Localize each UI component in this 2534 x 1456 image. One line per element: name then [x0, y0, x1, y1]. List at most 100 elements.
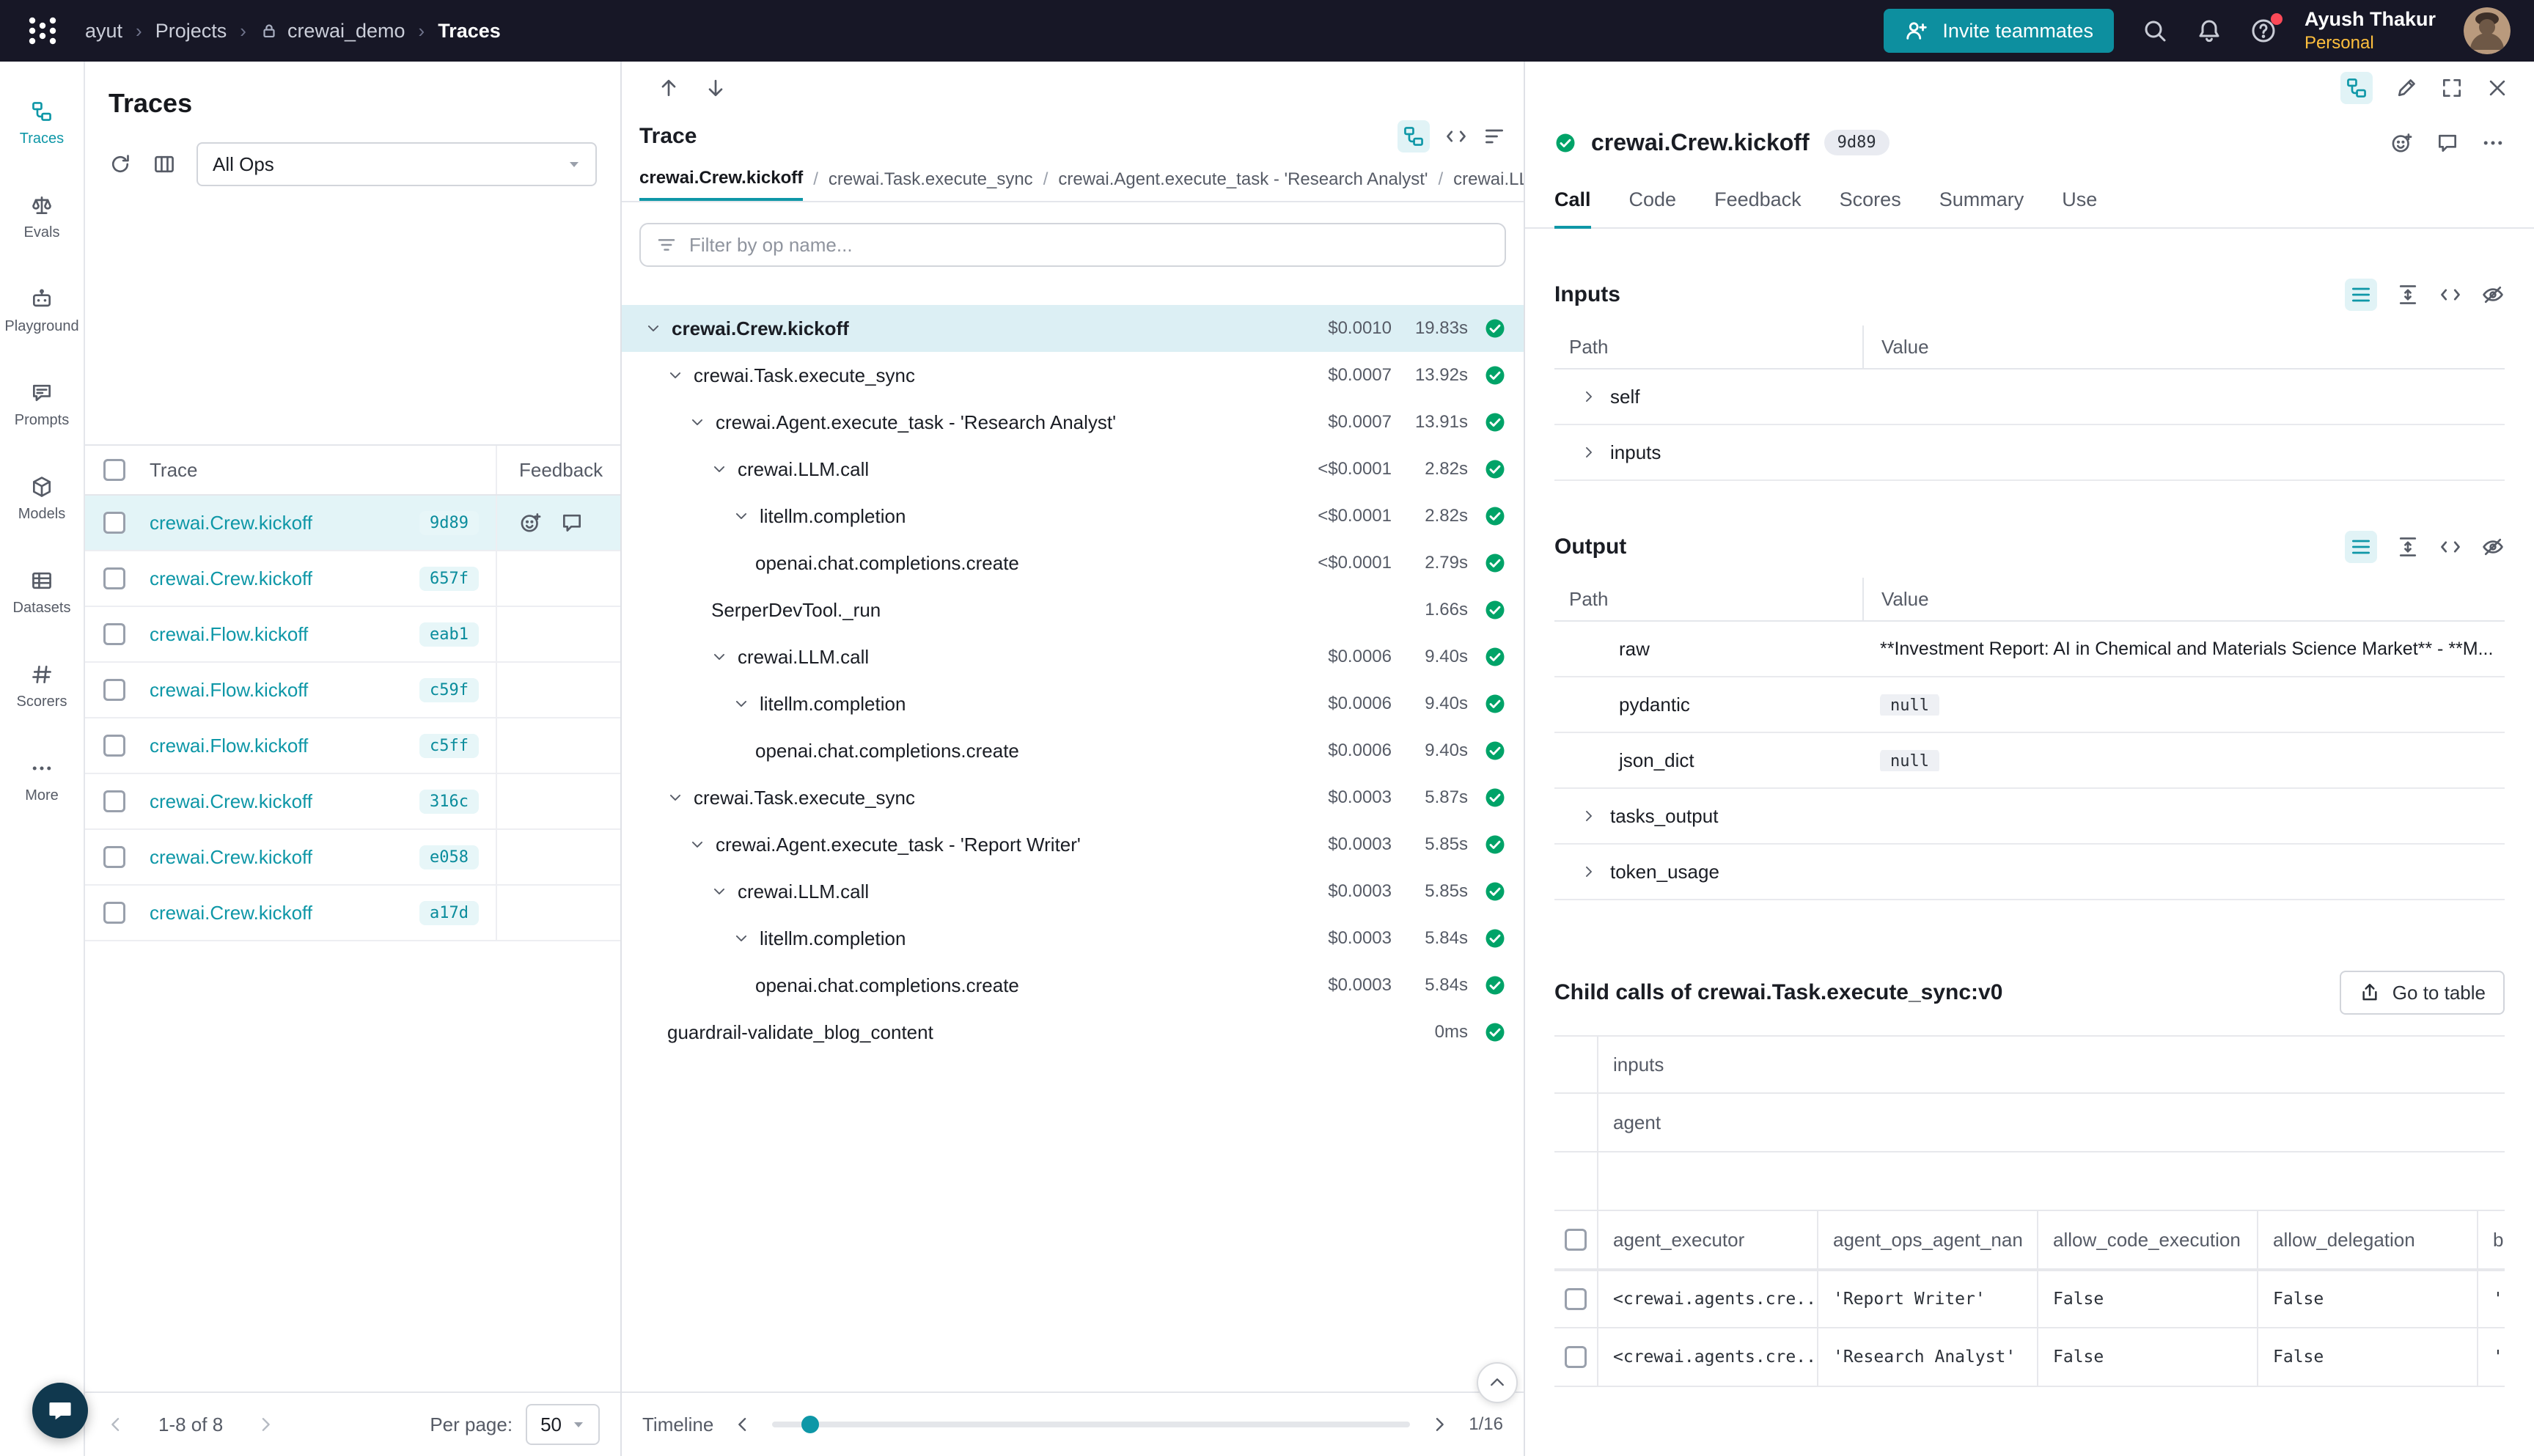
close-panel-button[interactable] [2486, 76, 2509, 100]
trace-id-chip[interactable]: a17d [419, 901, 479, 925]
expander-icon[interactable] [733, 930, 752, 946]
trace-path-item[interactable]: crewai.Task.execute_sync [829, 158, 1033, 201]
call-tree-row[interactable]: openai.chat.completions.create<$0.00012.… [622, 540, 1524, 587]
call-tree-row[interactable]: openai.chat.completions.create$0.00069.4… [622, 727, 1524, 774]
object-key-row[interactable]: json_dictnull [1554, 733, 2505, 789]
trace-row[interactable]: crewai.Flow.kickoffc59f [85, 663, 620, 718]
chat-support-button[interactable] [32, 1383, 88, 1438]
trace-path-item[interactable]: crewai.Crew.kickoff [639, 158, 803, 201]
tab-scores[interactable]: Scores [1840, 177, 1901, 227]
refresh-button[interactable] [109, 152, 132, 176]
expand-icon[interactable] [1581, 808, 1597, 824]
sidebar-item-models[interactable]: Models [0, 452, 84, 545]
call-tree-row[interactable]: crewai.Task.execute_sync$0.000713.92s [622, 352, 1524, 399]
breadcrumb-item[interactable]: crewai_demo [260, 20, 405, 43]
trace-id-chip[interactable]: eab1 [419, 622, 479, 647]
hide-values-button[interactable] [2481, 535, 2505, 559]
breadcrumb-item[interactable]: ayut [85, 20, 122, 43]
timeline-handle[interactable] [801, 1416, 819, 1433]
object-key-row[interactable]: tasks_output [1554, 789, 2505, 845]
notifications-bell-icon[interactable] [2196, 18, 2222, 44]
add-emoji-button[interactable] [2390, 131, 2414, 155]
trace-row[interactable]: crewai.Flow.kickoff eab1 [85, 607, 620, 663]
call-tree-row[interactable]: crewai.Crew.kickoff$0.001019.83s [622, 305, 1524, 352]
help-icon[interactable] [2250, 18, 2277, 44]
add-emoji-icon[interactable] [519, 511, 543, 534]
expander-icon[interactable] [645, 320, 664, 337]
row-checkbox[interactable] [103, 735, 125, 757]
trace-id-chip[interactable]: c5ff [419, 734, 479, 758]
trace-row[interactable]: crewai.Crew.kickoff 316c [85, 774, 620, 830]
select-all-checkbox[interactable] [1565, 1229, 1587, 1251]
split-view-button[interactable] [2340, 72, 2373, 104]
expand-icon[interactable] [1581, 444, 1597, 460]
json-view-button[interactable] [2439, 535, 2462, 559]
expand-icon[interactable] [1581, 864, 1597, 880]
call-tree-row[interactable]: crewai.Agent.execute_task - 'Research An… [622, 399, 1524, 446]
object-key-row[interactable]: self [1554, 369, 2505, 425]
op-filter-box[interactable] [639, 223, 1506, 267]
tree-view-button[interactable] [1398, 120, 1430, 152]
expander-icon[interactable] [667, 367, 686, 383]
row-checkbox[interactable] [103, 512, 125, 534]
user-menu[interactable]: Ayush Thakur Personal [2305, 7, 2436, 54]
expander-icon[interactable] [711, 883, 730, 900]
trace-op-link[interactable]: crewai.Crew.kickoff [150, 790, 411, 813]
search-icon[interactable] [2142, 18, 2168, 44]
sidebar-item-datasets[interactable]: Datasets [0, 545, 84, 639]
trace-path-item[interactable]: crewai.LLM.cal [1453, 158, 1524, 201]
tab-summary[interactable]: Summary [1939, 177, 2024, 227]
row-checkbox[interactable] [103, 623, 125, 645]
tab-use[interactable]: Use [2062, 177, 2097, 227]
object-key-row[interactable]: inputs [1554, 425, 2505, 481]
trace-row[interactable]: crewai.Crew.kickoff657f [85, 551, 620, 607]
trace-row[interactable]: crewai.Crew.kickoff a17d [85, 886, 620, 941]
expander-icon[interactable] [733, 508, 752, 524]
child-call-row[interactable]: <crewai.agents.cre...'Report Writer'Fals… [1554, 1270, 2505, 1328]
call-tree-row[interactable]: crewai.LLM.call$0.00035.85s [622, 868, 1524, 915]
per-page-select[interactable]: 50 [526, 1404, 600, 1445]
next-page-button[interactable] [255, 1414, 276, 1435]
call-tree-row[interactable]: litellm.completion$0.00035.84s [622, 915, 1524, 962]
call-tree-row[interactable]: guardrail-validate_blog_content0ms [622, 1009, 1524, 1056]
trace-op-link[interactable]: crewai.Flow.kickoff [150, 735, 411, 757]
prev-page-button[interactable] [106, 1414, 126, 1435]
trace-path-item[interactable]: crewai.Agent.execute_task - 'Research An… [1058, 158, 1428, 201]
trace-op-link[interactable]: crewai.Crew.kickoff [150, 902, 411, 924]
trace-row[interactable]: crewai.Crew.kickoffe058 [85, 830, 620, 886]
trace-row[interactable]: crewai.Crew.kickoff9d89 [85, 496, 620, 551]
hide-values-button[interactable] [2481, 283, 2505, 306]
json-view-button[interactable] [2439, 283, 2462, 306]
edit-button[interactable] [2395, 76, 2418, 100]
call-tree-row[interactable]: openai.chat.completions.create$0.00035.8… [622, 962, 1524, 1009]
sidebar-item-scorers[interactable]: Scorers [0, 639, 84, 733]
breadcrumb-item[interactable]: Traces [438, 20, 501, 43]
expander-icon[interactable] [689, 837, 708, 853]
sidebar-item-more[interactable]: More [0, 733, 84, 827]
row-checkbox[interactable] [103, 567, 125, 589]
select-all-checkbox[interactable] [103, 459, 125, 481]
child-call-row[interactable]: <crewai.agents.cre...'Research Analyst'F… [1554, 1328, 2505, 1387]
sidebar-item-prompts[interactable]: Prompts [0, 358, 84, 452]
trace-id-chip[interactable]: 657f [419, 567, 479, 591]
expander-icon[interactable] [711, 649, 730, 665]
timeline-prev-button[interactable] [732, 1414, 753, 1435]
trace-id-chip[interactable]: 316c [419, 790, 479, 814]
trace-op-link[interactable]: crewai.Flow.kickoff [150, 679, 411, 702]
arrow-down-button[interactable] [704, 76, 727, 100]
call-id-chip[interactable]: 9d89 [1824, 130, 1890, 155]
sidebar-item-evals[interactable]: Evals [0, 170, 84, 264]
timeline-slider[interactable] [772, 1422, 1410, 1427]
add-comment-icon[interactable] [560, 511, 584, 534]
call-tree-row[interactable]: crewai.LLM.call$0.00069.40s [622, 633, 1524, 680]
expander-icon[interactable] [689, 414, 708, 430]
timeline-next-button[interactable] [1429, 1414, 1450, 1435]
expander-icon[interactable] [711, 461, 730, 477]
trace-op-link[interactable]: crewai.Flow.kickoff [150, 623, 411, 646]
arrow-up-button[interactable] [657, 76, 680, 100]
go-to-table-button[interactable]: Go to table [2340, 971, 2505, 1015]
wandb-logo[interactable] [0, 13, 85, 48]
call-tree-row[interactable]: litellm.completion<$0.00012.82s [622, 493, 1524, 540]
flame-view-button[interactable] [1483, 125, 1506, 148]
row-checkbox[interactable] [1565, 1346, 1587, 1368]
